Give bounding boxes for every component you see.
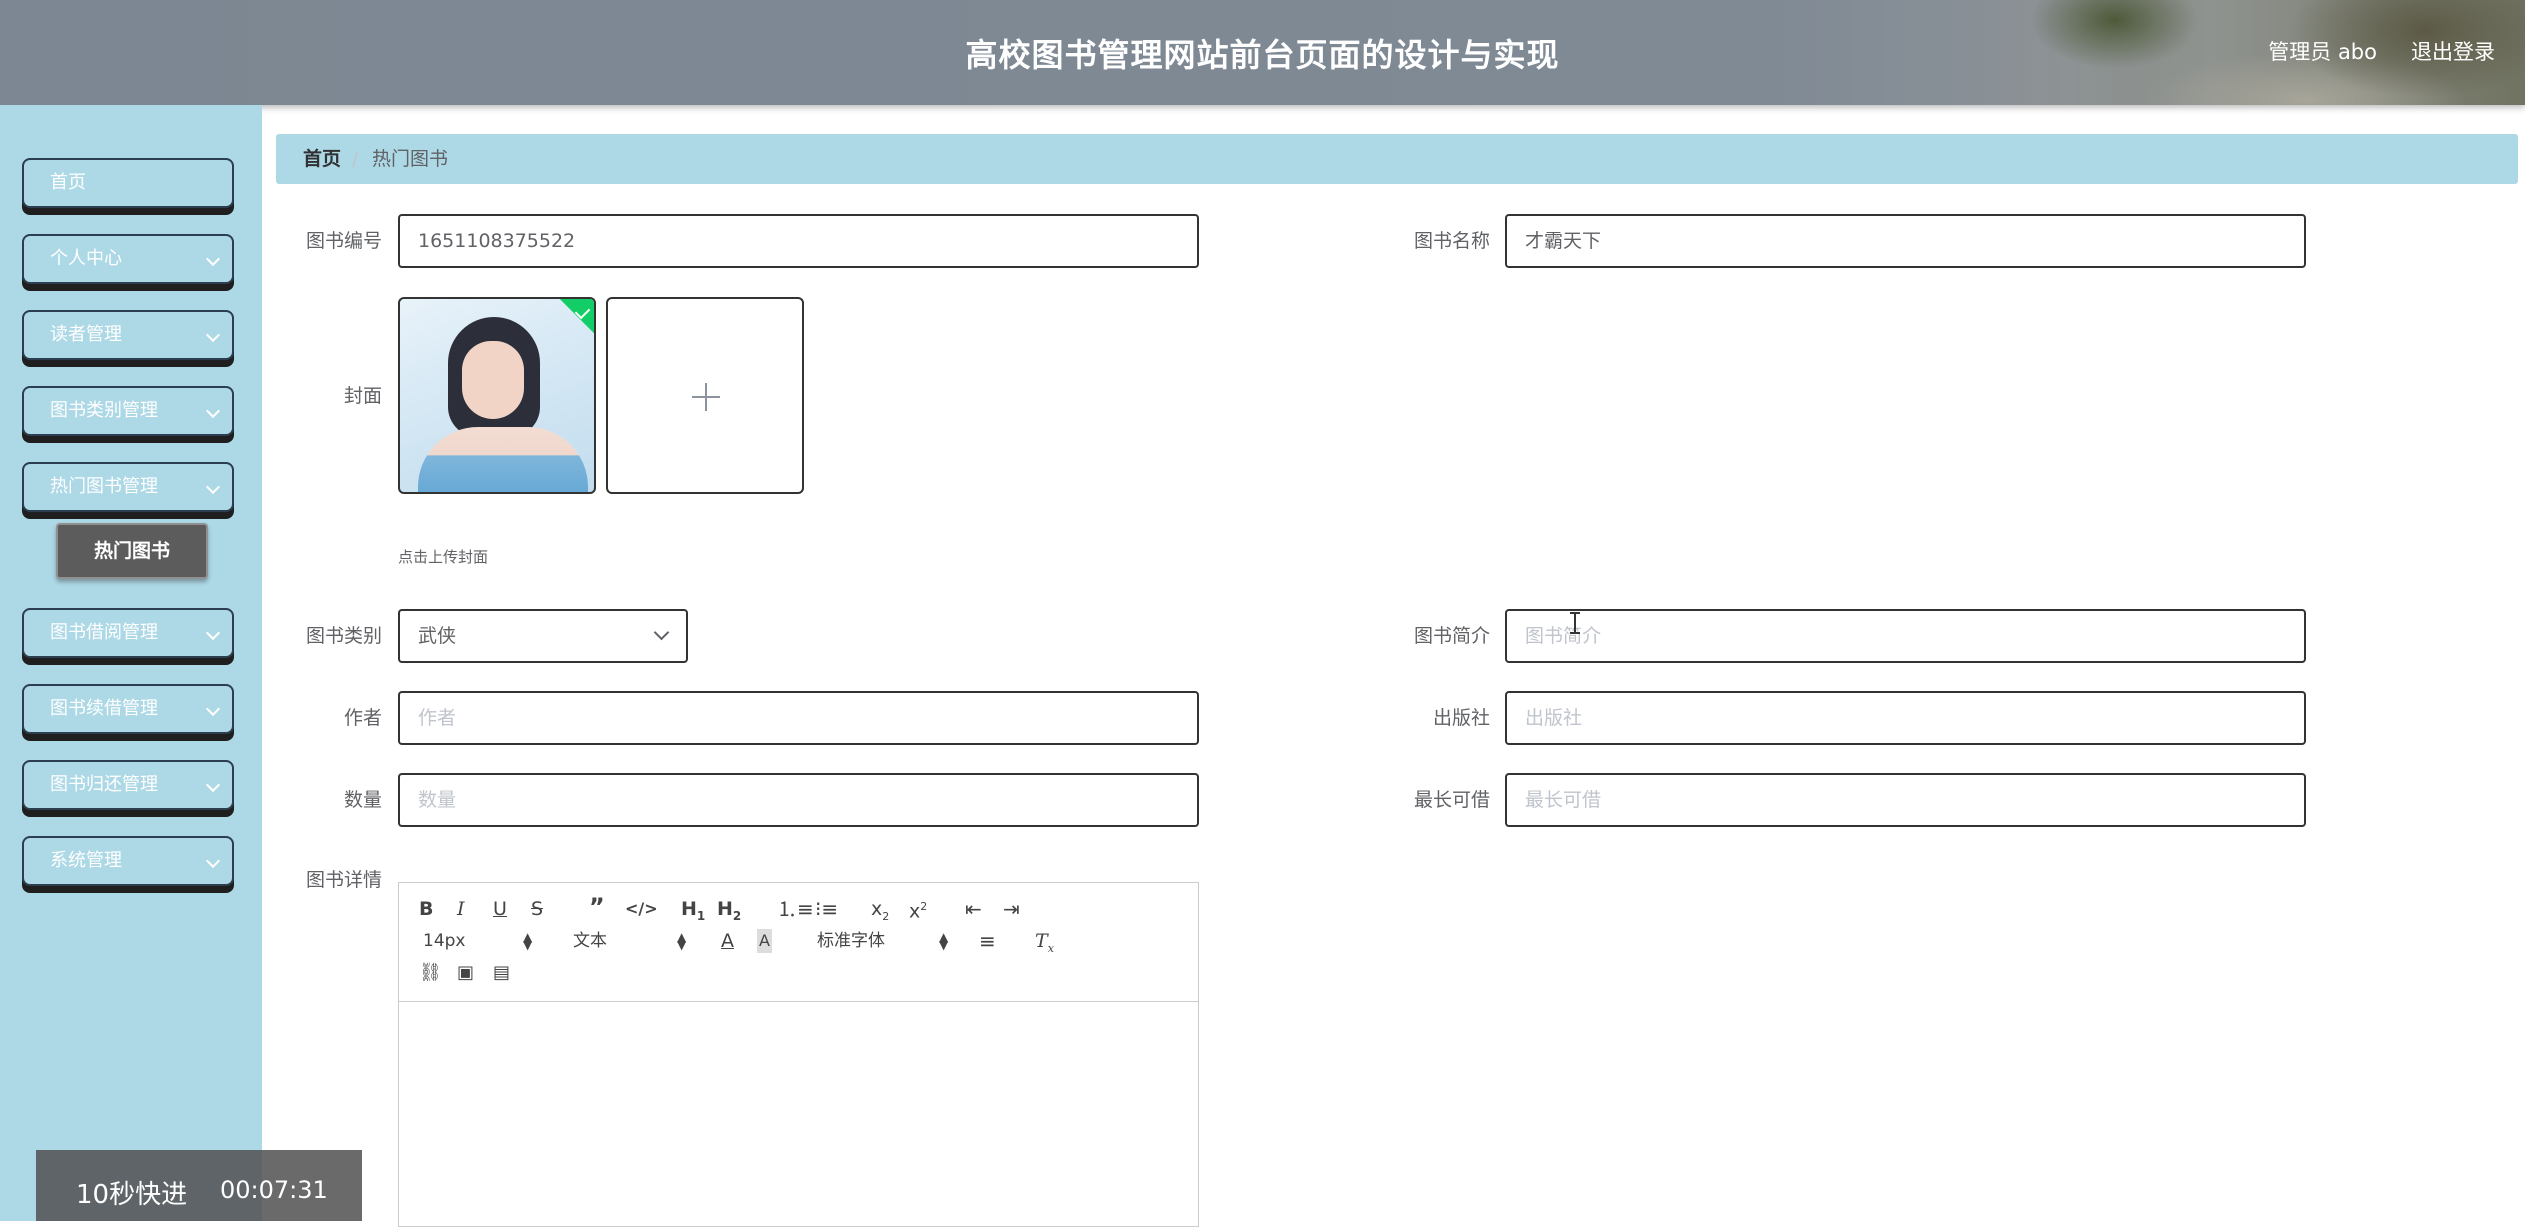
sidebar-item-label: 图书借阅管理	[50, 622, 158, 643]
breadcrumb-home-link[interactable]: 首页	[303, 134, 341, 184]
sidebar-item-borrow-management[interactable]: 图书借阅管理	[22, 608, 234, 658]
sidebar: 首页 个人中心 读者管理 图书类别管理 热门图书管理 热门图书 图书借阅管理 图…	[0, 105, 262, 1221]
sidebar-item-label: 系统管理	[50, 850, 122, 871]
publisher-label: 出版社	[1432, 707, 1490, 729]
block-type-value: 文本	[573, 931, 607, 951]
upload-success-badge	[555, 299, 594, 335]
sidebar-item-return-management[interactable]: 图书归还管理	[22, 760, 234, 810]
cover-label: 封面	[343, 385, 382, 407]
bullet-list-icon[interactable]: ⁝≡	[815, 897, 838, 921]
breadcrumb-current: 热门图书	[372, 148, 449, 170]
current-user: 管理员 abo	[2268, 40, 2377, 64]
quantity-label: 数量	[343, 789, 382, 811]
sidebar-item-renew-management[interactable]: 图书续借管理	[22, 684, 234, 734]
sidebar-item-label: 热门图书管理	[50, 476, 158, 497]
upload-cover-button[interactable]	[606, 297, 804, 494]
h1-icon[interactable]: H1	[681, 897, 705, 928]
chevron-down-icon	[205, 251, 221, 267]
font-size-value: 14px	[423, 931, 466, 951]
underline-icon[interactable]: U	[493, 897, 507, 921]
sidebar-item-label: 图书类别管理	[50, 400, 158, 421]
book-name-label: 图书名称	[1413, 230, 1490, 252]
breadcrumb: 首页 / 热门图书	[276, 134, 2518, 184]
superscript-icon[interactable]: x2	[909, 895, 927, 923]
sidebar-item-reader-management[interactable]: 读者管理	[22, 310, 234, 360]
publisher-input[interactable]: 出版社	[1505, 691, 2306, 745]
upload-cover-tip: 点击上传封面	[398, 548, 489, 566]
font-color-icon[interactable]: A	[721, 929, 734, 953]
sidebar-item-label: 个人中心	[50, 248, 122, 269]
category-select[interactable]: 武侠	[398, 609, 688, 663]
link-icon[interactable]: ⛓	[419, 961, 442, 985]
h2-icon[interactable]: H2	[717, 897, 741, 928]
cover-image-preview[interactable]	[398, 297, 596, 494]
updown-icon: ▲ ▼	[939, 930, 949, 952]
chevron-down-icon	[205, 327, 221, 343]
font-family-value: 标准字体	[817, 931, 885, 951]
intro-label: 图书简介	[1413, 625, 1490, 647]
align-icon[interactable]: ≡	[979, 929, 996, 953]
intro-input[interactable]: 图书简介	[1505, 609, 2306, 663]
sidebar-item-system-management[interactable]: 系统管理	[22, 836, 234, 886]
sidebar-subitem-hot-books[interactable]: 热门图书	[56, 523, 208, 579]
sidebar-item-hot-books-management[interactable]: 热门图书管理	[22, 462, 234, 512]
text-cursor-icon	[1570, 612, 1580, 634]
image-icon[interactable]: ▣	[457, 961, 474, 985]
indent-icon[interactable]: ⇥	[1003, 897, 1020, 921]
bold-icon[interactable]: B	[419, 897, 433, 921]
breadcrumb-separator: /	[352, 148, 359, 170]
editor-toolbar: B I U S ” </> H1 H2 ⒈≡ ⁝≡ x2 x2 ⇤ ⇥ 14px…	[399, 883, 1198, 1002]
code-block-icon[interactable]: </>	[625, 897, 658, 921]
font-size-select[interactable]: 14px ▲ ▼	[423, 929, 532, 953]
max-borrow-label: 最长可借	[1413, 789, 1490, 811]
author-label: 作者	[343, 707, 382, 729]
video-playback-overlay: 10秒快进 00:07:31	[36, 1150, 362, 1221]
book-no-label: 图书编号	[305, 230, 382, 252]
playback-time: 00:07:31	[220, 1176, 328, 1204]
site-title: 高校图书管理网站前台页面的设计与实现	[965, 36, 1560, 74]
font-family-select[interactable]: 标准字体 ▲ ▼	[817, 929, 948, 953]
rich-text-editor[interactable]: B I U S ” </> H1 H2 ⒈≡ ⁝≡ x2 x2 ⇤ ⇥ 14px…	[398, 882, 1199, 1227]
book-name-input[interactable]: 才霸天下	[1505, 214, 2306, 268]
author-input[interactable]: 作者	[398, 691, 1199, 745]
updown-icon: ▲ ▼	[677, 930, 687, 952]
sidebar-item-label: 读者管理	[50, 324, 122, 345]
book-no-input[interactable]: 1651108375522	[398, 214, 1199, 268]
logout-button[interactable]: 退出登录	[2411, 36, 2495, 66]
blockquote-icon[interactable]: ”	[589, 895, 605, 919]
category-select-value: 武侠	[418, 625, 457, 647]
chevron-down-icon	[205, 853, 221, 869]
chevron-down-icon	[205, 701, 221, 717]
background-color-icon[interactable]: A	[757, 929, 772, 953]
strike-icon[interactable]: S	[531, 897, 543, 921]
detail-label: 图书详情	[305, 869, 382, 891]
subscript-icon[interactable]: x2	[871, 897, 889, 929]
chevron-down-icon	[205, 403, 221, 419]
chevron-down-icon	[205, 777, 221, 793]
top-header: 高校图书管理网站前台页面的设计与实现 管理员 abo 退出登录	[0, 0, 2525, 105]
sidebar-item-category-management[interactable]: 图书类别管理	[22, 386, 234, 436]
max-borrow-input[interactable]: 最长可借	[1505, 773, 2306, 827]
sidebar-item-label: 图书续借管理	[50, 698, 158, 719]
category-label: 图书类别	[305, 625, 382, 647]
italic-icon[interactable]: I	[457, 897, 465, 921]
sidebar-item-label: 首页	[50, 172, 86, 193]
fast-forward-button[interactable]: 10秒快进	[76, 1174, 187, 1211]
chevron-down-icon	[205, 479, 221, 495]
updown-icon: ▲ ▼	[523, 930, 533, 952]
video-icon[interactable]: ▤	[493, 961, 510, 985]
chevron-down-icon	[205, 625, 221, 641]
sidebar-item-label: 图书归还管理	[50, 774, 158, 795]
block-type-select[interactable]: 文本 ▲ ▼	[573, 929, 686, 953]
outdent-icon[interactable]: ⇤	[965, 897, 982, 921]
ordered-list-icon[interactable]: ⒈≡	[777, 897, 814, 921]
sidebar-item-personal-center[interactable]: 个人中心	[22, 234, 234, 284]
quantity-input[interactable]: 数量	[398, 773, 1199, 827]
clear-format-icon[interactable]: Tx	[1035, 929, 1054, 961]
sidebar-item-home[interactable]: 首页	[22, 158, 234, 208]
